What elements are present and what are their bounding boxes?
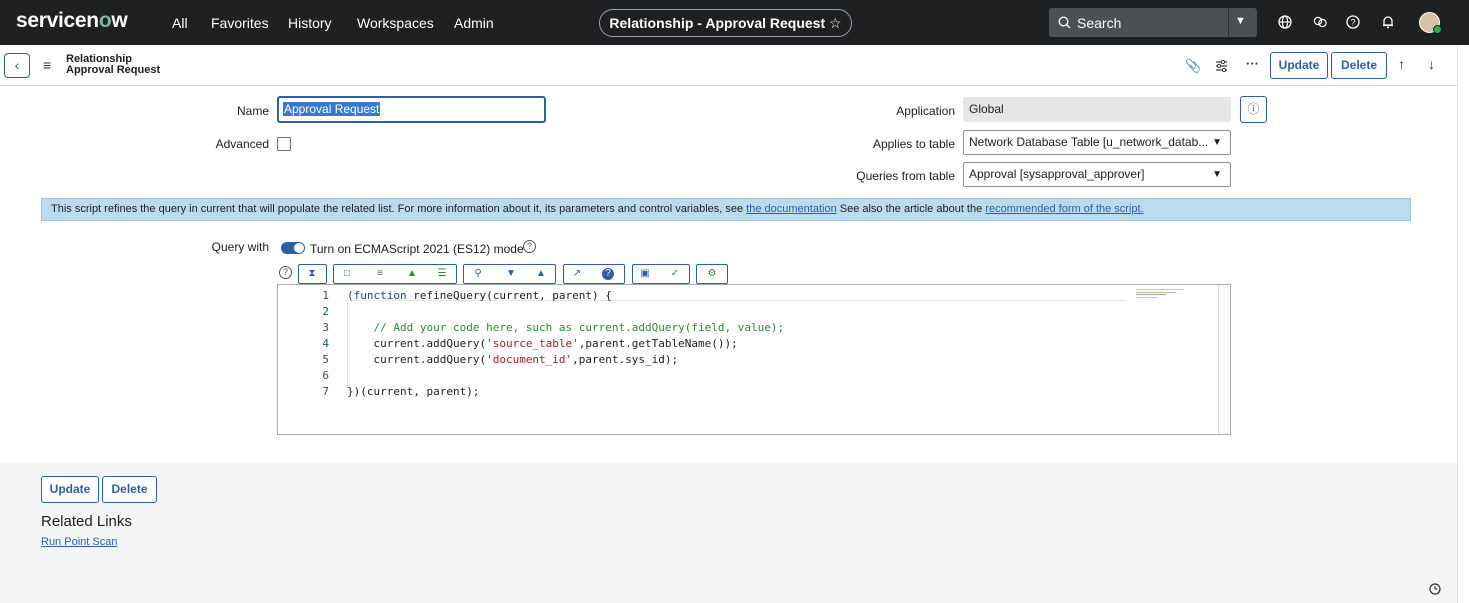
global-search[interactable]: Search ▼ (1049, 8, 1257, 37)
chevron-left-icon: ‹ (14, 57, 20, 73)
settings-gear-icon[interactable]: ⚙ (706, 268, 718, 280)
find-icon[interactable]: ⚲ (472, 268, 484, 280)
insert-macro-icon[interactable]: ▲ (406, 268, 418, 280)
back-button[interactable]: ‹ (4, 53, 30, 78)
save-icon[interactable]: ▣ (639, 268, 651, 280)
find-next-icon[interactable]: ▼ (505, 268, 517, 280)
code-line-4: current.addQuery('source_table',parent.g… (347, 337, 738, 350)
search-input[interactable]: Search (1077, 15, 1121, 31)
svg-text:?: ? (1350, 18, 1355, 28)
form-title: Relationship Approval Request (66, 53, 161, 76)
response-time-icon[interactable] (1429, 583, 1441, 595)
format-code-icon[interactable]: ≡ (374, 268, 386, 280)
es12-help-icon[interactable]: ? (523, 240, 536, 253)
search-scope-dropdown-icon[interactable]: ▼ (1235, 15, 1246, 27)
dropdown-arrow-icon: ▼ (1212, 137, 1222, 148)
advanced-checkbox[interactable] (277, 137, 291, 151)
dropdown-arrow-icon: ▼ (1212, 169, 1222, 180)
es12-mode-toggle[interactable] (281, 242, 305, 254)
code-line-5: current.addQuery('document_id',parent.sy… (347, 353, 679, 366)
related-links-title: Related Links (41, 513, 132, 530)
footer-update-button[interactable]: Update (41, 476, 99, 503)
info-icon: ⓘ (1247, 102, 1260, 116)
queries-from-table-label: Queries from table (856, 169, 955, 183)
search-divider (1228, 8, 1229, 37)
editor-help-icon[interactable]: ? (279, 266, 292, 279)
application-field: Global (963, 97, 1231, 122)
nav-history[interactable]: History (288, 15, 332, 31)
application-label: Application (896, 104, 955, 118)
arrow-up-icon[interactable]: ↑ (1398, 56, 1405, 72)
header-update-button[interactable]: Update (1270, 52, 1328, 79)
attachment-icon[interactable]: 📎 (1185, 58, 1201, 74)
name-label: Name (236, 104, 269, 118)
query-with-label: Query with (211, 240, 269, 254)
form-footer (0, 463, 1457, 603)
name-input[interactable]: Approval Request (277, 96, 546, 123)
context-title: Relationship - Approval Request (609, 15, 826, 31)
script-help-icon[interactable]: ? (602, 268, 614, 280)
nav-workspaces[interactable]: Workspaces (357, 15, 434, 31)
nav-favorites[interactable]: Favorites (211, 15, 269, 31)
info-notice: This script refines the query in current… (41, 198, 1411, 221)
applies-to-table-label: Applies to table (872, 137, 955, 151)
nav-all[interactable]: All (172, 15, 188, 31)
arrow-down-icon[interactable]: ↓ (1428, 56, 1435, 72)
top-navigation-bar: servicenow All Favorites History Workspa… (0, 0, 1469, 45)
footer-delete-button[interactable]: Delete (102, 476, 157, 503)
recommended-form-link[interactable]: recommended form of the script. (985, 203, 1143, 215)
application-info-button[interactable]: ⓘ (1240, 96, 1267, 123)
name-value: Approval Request (283, 102, 381, 116)
search-icon (1058, 16, 1071, 29)
code-line-1: (function refineQuery(current, parent) { (347, 289, 612, 302)
check-syntax-icon[interactable]: ✓ (669, 268, 681, 280)
fullscreen-icon[interactable]: ↗ (571, 268, 583, 280)
help-icon[interactable]: ? (1345, 14, 1361, 30)
servicenow-logo[interactable]: servicenow (16, 9, 128, 33)
code-line-3: // Add your code here, such as current.a… (347, 321, 785, 334)
documentation-link[interactable]: the documentation (746, 203, 837, 215)
more-options-icon[interactable]: ··· (1246, 56, 1259, 71)
form-header: ‹ ≡ Relationship Approval Request 📎 ··· … (0, 45, 1469, 86)
globe-icon[interactable] (1277, 14, 1293, 30)
toggle-comment-icon[interactable]: □ (341, 268, 353, 280)
header-delete-button[interactable]: Delete (1331, 52, 1387, 79)
page-scrollbar[interactable] (1457, 45, 1469, 603)
queries-from-table-select[interactable]: Approval [sysapproval_approver] ▼ (963, 162, 1231, 187)
advanced-label: Advanced (215, 137, 269, 151)
editor-scrollbar[interactable] (1218, 285, 1230, 434)
chat-icon[interactable] (1312, 14, 1328, 30)
context-menu-icon[interactable]: ≡ (43, 57, 51, 73)
show-macros-icon[interactable]: ☰ (436, 268, 448, 280)
applies-to-table-select[interactable]: Network Database Table [u_network_datab.… (963, 130, 1231, 155)
personalize-form-icon[interactable] (1215, 59, 1228, 72)
es12-toggle-label: Turn on ECMAScript 2021 (ES12) mode (310, 242, 524, 256)
code-minimap[interactable] (1136, 288, 1186, 298)
line-number-gutter: 1 2 3 4 5 6 7 (278, 285, 338, 434)
script-editor[interactable]: 1 2 3 4 5 6 7 (function refineQuery(curr… (277, 284, 1231, 435)
nav-admin[interactable]: Admin (454, 15, 494, 31)
find-previous-icon[interactable]: ▲ (535, 268, 547, 280)
context-pill[interactable]: Relationship - Approval Request ☆ (599, 9, 852, 37)
script-debugger-icon[interactable]: ⧗ (306, 268, 318, 280)
run-point-scan-link[interactable]: Run Point Scan (41, 536, 117, 548)
bell-icon[interactable] (1380, 14, 1396, 30)
star-icon[interactable]: ☆ (829, 15, 842, 31)
user-avatar[interactable] (1419, 12, 1442, 34)
code-line-7: })(current, parent); (347, 385, 480, 398)
